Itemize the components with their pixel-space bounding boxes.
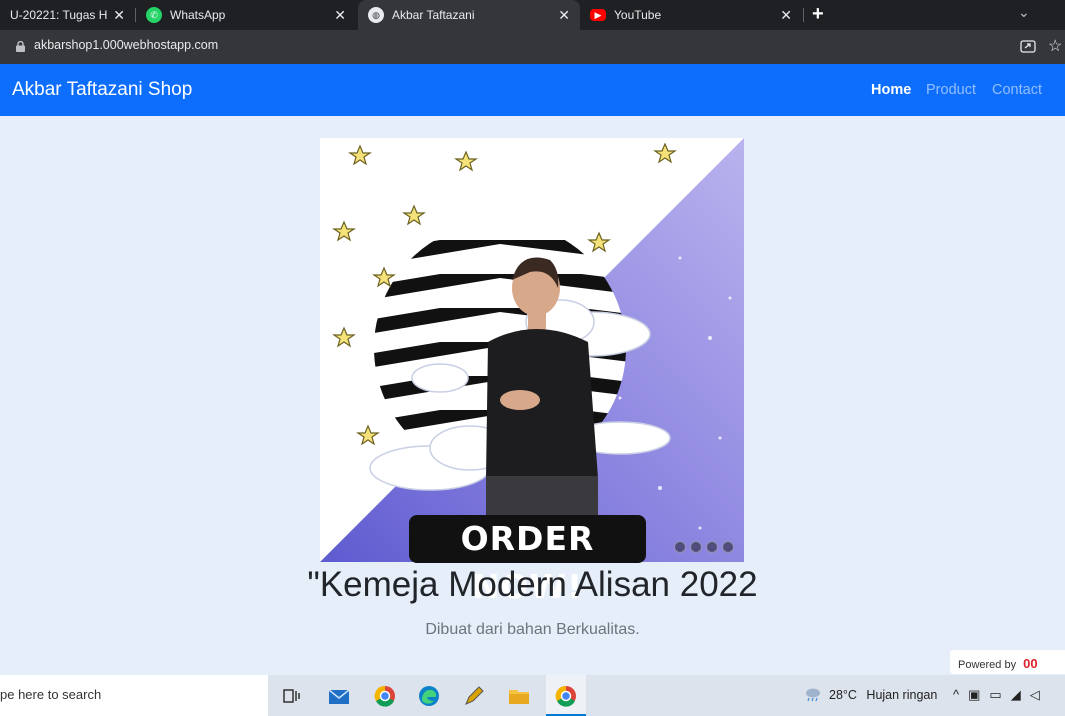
tab-label: Akbar Taftazani: [392, 8, 475, 22]
carousel-dot[interactable]: [690, 541, 702, 553]
file-explorer-icon[interactable]: [506, 683, 532, 709]
meet-now-icon[interactable]: ▣: [968, 687, 989, 702]
carousel-dot[interactable]: [706, 541, 718, 553]
tab-whatsapp[interactable]: ✆ WhatsApp ✕: [136, 0, 356, 30]
chrome-icon[interactable]: [372, 683, 398, 709]
rain-cloud-icon[interactable]: [804, 685, 822, 703]
tab-tugas-hari[interactable]: U-20221: Tugas Hari ✕: [0, 0, 135, 30]
nav-contact-link[interactable]: Contact: [992, 82, 1042, 98]
order-now-button[interactable]: ORDER NOW!: [409, 515, 646, 606]
browser-tab-strip: U-20221: Tugas Hari ✕ ✆ WhatsApp ✕ ◍ Akb…: [0, 0, 1065, 30]
tab-label: YouTube: [614, 8, 662, 22]
wifi-icon[interactable]: ◢: [1011, 687, 1030, 702]
share-icon[interactable]: [1020, 38, 1036, 54]
tab-divider: [803, 8, 804, 22]
close-icon[interactable]: ✕: [780, 7, 792, 24]
close-icon[interactable]: ✕: [113, 7, 125, 24]
host-logo-icon: 00: [1023, 656, 1038, 671]
product-subtext: Dibuat dari bahan Berkualitas.: [425, 621, 640, 638]
tab-label: WhatsApp: [170, 8, 226, 22]
nav-home-link[interactable]: Home: [871, 82, 911, 98]
task-view-icon[interactable]: [279, 683, 305, 709]
tab-akbar-taftazani[interactable]: ◍ Akbar Taftazani ✕: [358, 0, 580, 30]
volume-icon[interactable]: ◁: [1030, 687, 1049, 702]
powered-by-label: Powered by: [958, 659, 1017, 671]
tab-label: U-20221: Tugas Hari: [10, 8, 108, 22]
weather-text: Hujan ringan: [866, 688, 938, 702]
carousel-dot[interactable]: [674, 541, 686, 553]
battery-icon[interactable]: ▭: [989, 687, 1010, 702]
whatsapp-icon: ✆: [146, 7, 162, 23]
product-headline: "Kemeja Modern Alisan 2022: [307, 565, 758, 604]
youtube-icon: ▶: [590, 9, 606, 21]
powered-by-badge[interactable]: Powered by 00: [950, 650, 1065, 674]
hero-banner-image: [320, 138, 744, 562]
close-icon[interactable]: ✕: [558, 7, 570, 24]
bookmark-star-icon[interactable]: ☆: [1048, 36, 1062, 56]
chevron-down-icon[interactable]: ⌄: [1018, 4, 1030, 21]
lock-icon: [16, 41, 25, 52]
weather-readout[interactable]: 28°C Hujan ringan: [829, 688, 937, 702]
edge-icon[interactable]: [416, 683, 442, 709]
new-tab-button[interactable]: +: [812, 3, 824, 26]
chevron-up-icon[interactable]: ^: [953, 687, 968, 702]
windows-taskbar: pe here to search 28°C Hujan ringan ^▣▭◢…: [0, 675, 1065, 716]
site-brand[interactable]: Akbar Taftazani Shop: [12, 79, 192, 101]
site-navbar: Akbar Taftazani Shop Home Product Contac…: [0, 64, 1065, 116]
globe-icon: ◍: [368, 7, 384, 23]
system-tray[interactable]: ^▣▭◢◁: [953, 687, 1049, 703]
url-input[interactable]: akbarshop1.000webhostapp.com: [34, 38, 218, 52]
address-bar: akbarshop1.000webhostapp.com ☆: [0, 30, 1065, 64]
taskbar-search-box[interactable]: pe here to search: [0, 675, 268, 716]
carousel-dot[interactable]: [722, 541, 734, 553]
chrome-active-icon[interactable]: [553, 683, 579, 709]
mail-icon[interactable]: [326, 683, 352, 709]
tab-youtube[interactable]: ▶ YouTube ✕: [580, 0, 802, 30]
pen-app-icon[interactable]: [461, 683, 487, 709]
nav-product-link[interactable]: Product: [926, 82, 976, 98]
temperature-text: 28°C: [829, 688, 857, 702]
carousel-indicators: [674, 541, 734, 553]
search-placeholder: pe here to search: [0, 687, 102, 702]
close-icon[interactable]: ✕: [334, 7, 346, 24]
